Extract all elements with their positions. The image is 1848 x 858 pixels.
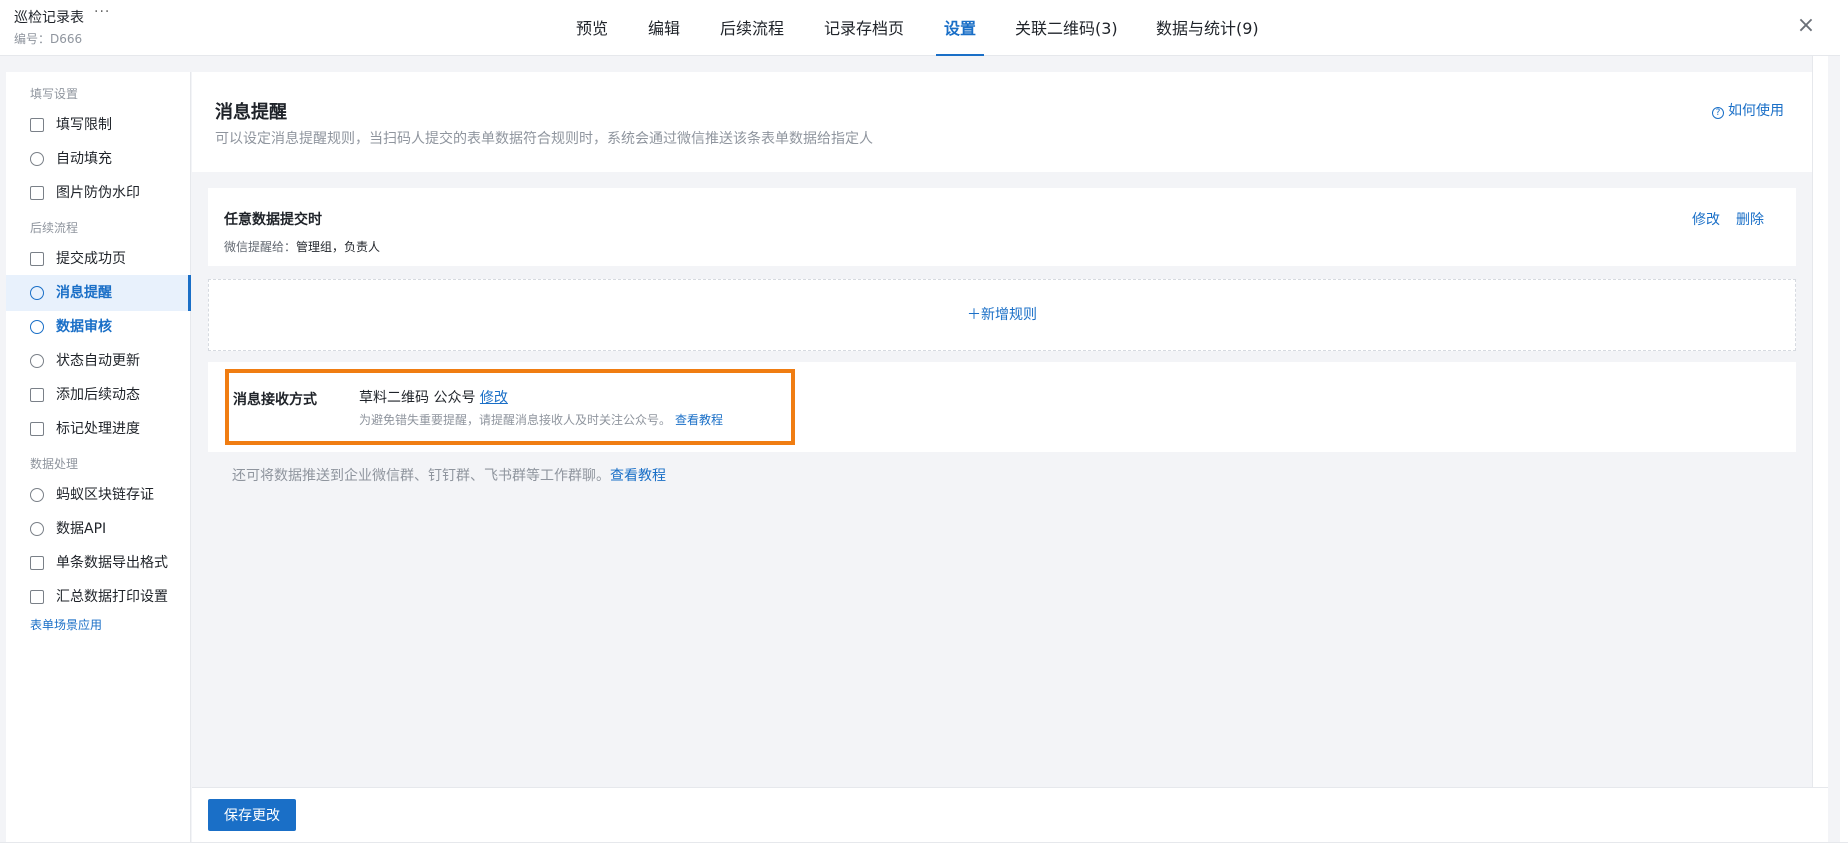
add-rule-button[interactable]: ＋新增规则: [208, 279, 1796, 351]
page-description: 可以设定消息提醒规则，当扫码人提交的表单数据符合规则时，系统会通过微信推送该条表…: [215, 131, 873, 147]
check-page-icon: [30, 252, 44, 266]
sidebar-item-label: 自动填充: [56, 151, 112, 167]
sidebar-item-data-review[interactable]: 数据审核: [6, 309, 191, 345]
sidebar-item-watermark[interactable]: 图片防伪水印: [6, 175, 191, 211]
top-bar: 巡检记录表 ··· 编号：D666 预览 编辑 后续流程 记录存档页 设置 关联…: [0, 0, 1848, 56]
rule-recipients-label: 微信提醒给：: [224, 240, 297, 254]
image-icon: [30, 186, 44, 200]
blockchain-icon: [30, 488, 44, 502]
tab-linked-qrcodes[interactable]: 关联二维码(3): [1015, 0, 1118, 56]
sidebar-group-fill-settings: 填写设置: [30, 87, 79, 101]
receive-method-hint-text: 为避免错失重要提醒，请提醒消息接收人及时关注公众号。: [359, 413, 672, 427]
sidebar-item-label: 填写限制: [56, 117, 112, 133]
tab-edit[interactable]: 编辑: [648, 0, 680, 56]
push-tutorial-link[interactable]: 查看教程: [610, 468, 666, 484]
sidebar-group-workflow: 后续流程: [30, 221, 79, 235]
close-icon[interactable]: ×: [1796, 15, 1816, 37]
rule-recipients-value: 管理组，负责人: [296, 240, 381, 254]
rule-card: 任意数据提交时 微信提醒给：管理组，负责人 修改 删除: [208, 188, 1796, 266]
link-icon: [30, 522, 44, 536]
edit-icon: [30, 118, 44, 132]
sidebar-item-label: 数据API: [56, 521, 107, 537]
help-icon: ?: [1712, 107, 1724, 119]
user-check-icon: [30, 320, 44, 334]
section-header: 消息提醒 可以设定消息提醒规则，当扫码人提交的表单数据符合规则时，系统会通过微信…: [192, 72, 1812, 172]
sidebar-item-data-api[interactable]: 数据API: [6, 511, 191, 547]
rule-recipients: 微信提醒给：管理组，负责人: [224, 238, 380, 255]
sidebar-item-auto-status[interactable]: 状态自动更新: [6, 343, 191, 379]
bell-icon: [30, 286, 44, 300]
clock-icon: [30, 354, 44, 368]
sidebar-item-label: 消息提醒: [56, 285, 112, 301]
sidebar-item-label: 标记处理进度: [56, 421, 140, 437]
sidebar-item-fill-limit[interactable]: 填写限制: [6, 107, 191, 143]
rule-edit-link[interactable]: 修改: [1692, 209, 1720, 229]
sidebar-item-label: 提交成功页: [56, 251, 126, 267]
right-scroll-rail: [1812, 56, 1828, 842]
page-title: 消息提醒: [215, 102, 287, 123]
sidebar-item-success-page[interactable]: 提交成功页: [6, 241, 191, 277]
bottom-strip: [0, 842, 1848, 858]
sidebar-item-label: 蚂蚁区块链存证: [56, 487, 154, 503]
rule-delete-link[interactable]: 删除: [1736, 209, 1764, 229]
printer-icon: [30, 590, 44, 604]
sidebar-item-print-settings[interactable]: 汇总数据打印设置: [6, 579, 191, 615]
how-to-use-label: 如何使用: [1728, 103, 1784, 119]
document-icon: [30, 388, 44, 402]
receive-method-edit-link[interactable]: 修改: [480, 390, 508, 406]
receive-tutorial-link[interactable]: 查看教程: [675, 413, 723, 427]
window-edge: [1840, 0, 1848, 858]
tab-bar: 预览 编辑 后续流程 记录存档页 设置 关联二维码(3) 数据与统计(9): [0, 0, 1848, 56]
receive-method-label: 消息接收方式: [233, 392, 317, 408]
sidebar-item-label: 状态自动更新: [56, 353, 140, 369]
sidebar-item-autofill[interactable]: 自动填充: [6, 141, 191, 177]
settings-sidebar: 填写设置 填写限制 自动填充 图片防伪水印 后续流程 提交成功页 消息提醒 数据…: [6, 72, 191, 842]
push-note-text: 还可将数据推送到企业微信群、钉钉群、飞书群等工作群聊。: [232, 468, 610, 484]
sidebar-item-notifications[interactable]: 消息提醒: [6, 275, 191, 311]
receive-method-value: 草料二维码 公众号 修改: [359, 387, 508, 407]
push-note: 还可将数据推送到企业微信群、钉钉群、飞书群等工作群聊。查看教程: [232, 465, 666, 485]
receive-method-card: 消息接收方式 草料二维码 公众号 修改 为避免错失重要提醒，请提醒消息接收人及时…: [208, 362, 1796, 452]
receive-method-text: 草料二维码 公众号: [359, 390, 476, 406]
file-icon: [30, 556, 44, 570]
sidebar-item-export-format[interactable]: 单条数据导出格式: [6, 545, 191, 581]
sidebar-item-label: 单条数据导出格式: [56, 555, 168, 571]
save-changes-button[interactable]: 保存更改: [208, 799, 296, 831]
sidebar-item-label: 数据审核: [56, 319, 112, 335]
receive-method-hint: 为避免错失重要提醒，请提醒消息接收人及时关注公众号。 查看教程: [359, 411, 723, 428]
how-to-use-link[interactable]: ? 如何使用: [1712, 100, 1784, 120]
sidebar-group-data-processing: 数据处理: [30, 457, 79, 471]
sidebar-item-label: 图片防伪水印: [56, 185, 140, 201]
sidebar-item-label: 添加后续动态: [56, 387, 140, 403]
tab-data-stats[interactable]: 数据与统计(9): [1156, 0, 1259, 56]
footer-bar: 保存更改: [192, 787, 1828, 842]
rocket-icon: [30, 152, 44, 166]
rule-title: 任意数据提交时: [224, 212, 322, 228]
sidebar-item-blockchain[interactable]: 蚂蚁区块链存证: [6, 477, 191, 513]
tab-preview[interactable]: 预览: [576, 0, 608, 56]
tab-settings[interactable]: 设置: [935, 0, 985, 56]
sidebar-item-label: 汇总数据打印设置: [56, 589, 168, 605]
sidebar-item-mark-progress[interactable]: 标记处理进度: [6, 411, 191, 447]
main-content: 消息提醒 可以设定消息提醒规则，当扫码人提交的表单数据符合规则时，系统会通过微信…: [192, 72, 1812, 787]
highlight-box: 消息接收方式 草料二维码 公众号 修改 为避免错失重要提醒，请提醒消息接收人及时…: [225, 369, 795, 445]
tab-archive[interactable]: 记录存档页: [824, 0, 904, 56]
sidebar-item-add-follow-up[interactable]: 添加后续动态: [6, 377, 191, 413]
refresh-icon: [30, 422, 44, 436]
tab-workflow[interactable]: 后续流程: [720, 0, 784, 56]
form-scenarios-link[interactable]: 表单场景应用: [30, 616, 102, 633]
